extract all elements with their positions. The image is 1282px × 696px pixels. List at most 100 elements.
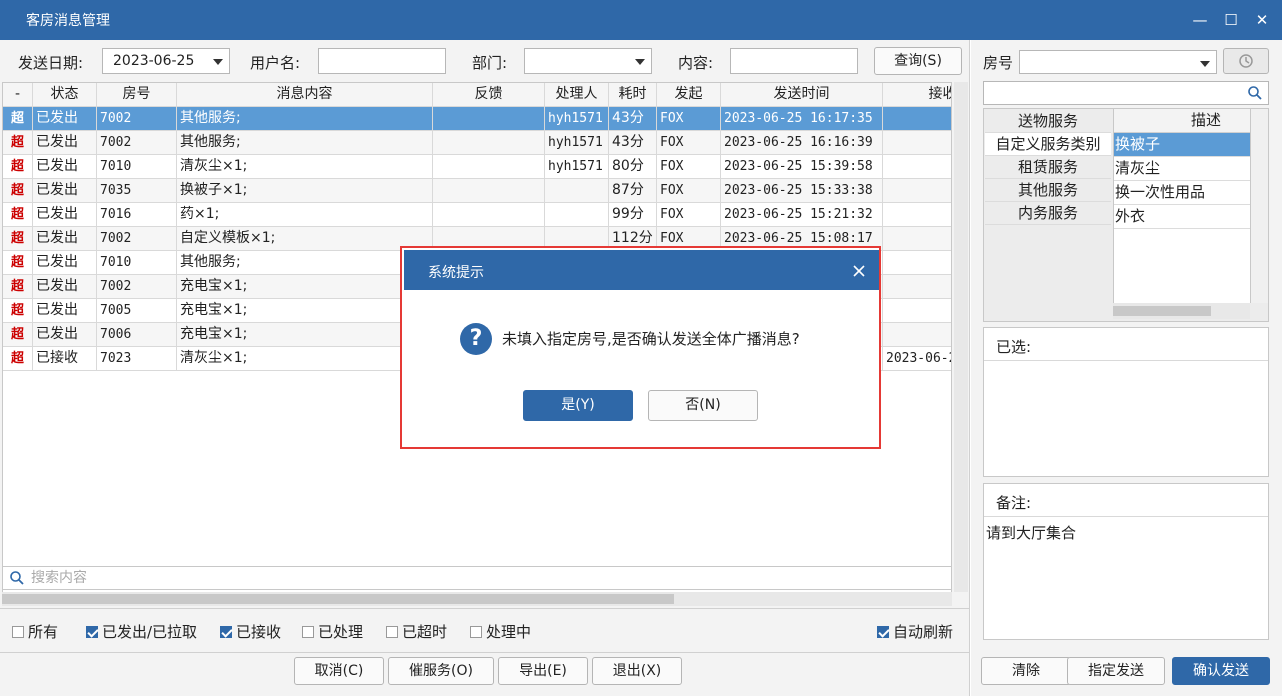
username-input[interactable]	[318, 48, 446, 74]
description-item[interactable]: 换一次性用品	[1114, 181, 1251, 205]
scroll-thumb[interactable]	[2, 594, 674, 604]
filter-sent-checkbox[interactable]: 已发出/已拉取	[86, 622, 197, 642]
selected-label: 已选:	[996, 338, 1032, 356]
cell-status: 已发出	[33, 203, 97, 226]
cell-status: 已发出	[33, 323, 97, 346]
history-button[interactable]	[1223, 48, 1269, 74]
table-row[interactable]: 超已发出 7016 药×1; 99分 FOX 2023-06-25 15:21:32	[3, 203, 951, 227]
service-category-item[interactable]: 送物服务	[985, 110, 1111, 133]
cell-send-time: 2023-06-25 15:33:38	[721, 179, 883, 202]
service-category-item[interactable]: 租赁服务	[985, 156, 1111, 179]
filter-processed-checkbox[interactable]: 已处理	[302, 622, 363, 642]
clear-button[interactable]: 清除	[981, 657, 1071, 685]
cell-initiator: FOX	[657, 179, 721, 202]
cell-send-time: 2023-06-25 15:39:58	[721, 155, 883, 178]
cancel-button[interactable]: 取消(C)	[294, 657, 384, 685]
table-row[interactable]: 超已发出 7002 其他服务; hyh1571 43分 FOX 2023-06-25 16:…	[3, 131, 951, 155]
checkbox-box[interactable]	[12, 626, 24, 638]
column-header-initiator[interactable]: 发起	[657, 83, 721, 106]
checkbox-box[interactable]	[470, 626, 482, 638]
send-panel: 房号 送物服务 自定义服务类别 租赁服务 其他服务 内务服务 描述 换被子 清灰尘 换一次性…	[971, 40, 1282, 696]
description-hscrollbar[interactable]	[1113, 303, 1250, 319]
cell-feedback	[433, 179, 545, 202]
auto-refresh-checkbox[interactable]: 自动刷新	[877, 622, 953, 642]
selected-box: 已选:	[983, 327, 1269, 477]
service-category-item[interactable]: 其他服务	[985, 179, 1111, 202]
export-button[interactable]: 导出(E)	[498, 657, 588, 685]
yes-button[interactable]: 是(Y)	[523, 390, 633, 421]
checkbox-box[interactable]	[386, 626, 398, 638]
filter-received-checkbox[interactable]: 已接收	[220, 622, 281, 642]
cell-receive-time	[883, 323, 951, 346]
cell-room: 7035	[97, 179, 177, 202]
table-row[interactable]: 超已发出 7010 清灰尘×1; hyh1571 80分 FOX 2023-06-25 15…	[3, 155, 951, 179]
send-date-label: 发送日期:	[18, 54, 84, 72]
column-header-feedback[interactable]: 反馈	[433, 83, 545, 106]
cell-content: 其他服务;	[177, 107, 433, 130]
service-picker: 送物服务 自定义服务类别 租赁服务 其他服务 内务服务 描述 换被子 清灰尘 换一次性用品外…	[983, 108, 1269, 322]
divider	[0, 608, 970, 609]
description-item[interactable]: 换被子	[1114, 133, 1251, 157]
column-header-receive-time[interactable]: 接收	[883, 83, 952, 106]
cell-receive-time	[883, 299, 951, 322]
dialog-title-bar: 系统提示	[404, 250, 879, 290]
send-specified-button[interactable]: 指定发送	[1067, 657, 1165, 685]
cell-handler	[545, 203, 609, 226]
cell-flag: 超	[3, 107, 33, 130]
exit-button[interactable]: 退出(X)	[592, 657, 682, 685]
vertical-scrollbar[interactable]	[954, 82, 968, 592]
table-row[interactable]: 超已发出 7035 换被子×1; 87分 FOX 2023-06-25 15:33:38	[3, 179, 951, 203]
column-header-send-time[interactable]: 发送时间	[721, 83, 883, 106]
column-header-content[interactable]: 消息内容	[177, 83, 433, 106]
checkbox-box[interactable]	[220, 626, 232, 638]
column-header-status[interactable]: 状态	[33, 83, 97, 106]
cell-receive-time	[883, 179, 951, 202]
cell-room: 7016	[97, 203, 177, 226]
maximize-icon[interactable]: ☐	[1221, 10, 1241, 30]
cell-content: 其他服务;	[177, 251, 433, 274]
cell-feedback	[433, 131, 545, 154]
service-search-input[interactable]	[983, 81, 1269, 105]
description-item[interactable]: 外衣	[1114, 205, 1251, 229]
filter-all-checkbox[interactable]: 所有	[12, 622, 58, 642]
service-category-item[interactable]: 自定义服务类别	[985, 133, 1111, 156]
table-search-input[interactable]: 搜索内容	[2, 566, 952, 590]
column-header-duration[interactable]: 耗时	[609, 83, 657, 106]
cell-content: 换被子×1;	[177, 179, 433, 202]
checkbox-label: 已接收	[236, 623, 282, 641]
remark-text[interactable]: 请到大厅集合	[986, 522, 1076, 543]
cell-duration: 80分	[609, 155, 657, 178]
checkbox-box[interactable]	[302, 626, 314, 638]
remark-box[interactable]: 备注: 请到大厅集合	[983, 483, 1269, 640]
close-icon[interactable]: ✕	[1252, 10, 1272, 30]
cell-receive-time	[883, 275, 951, 298]
horizontal-scrollbar[interactable]	[2, 592, 952, 606]
no-button[interactable]: 否(N)	[648, 390, 758, 421]
confirm-send-button[interactable]: 确认发送	[1172, 657, 1270, 685]
cell-initiator: FOX	[657, 107, 721, 130]
content-input[interactable]	[730, 48, 858, 74]
cell-room: 7002	[97, 107, 177, 130]
search-icon	[10, 571, 24, 585]
checkbox-box[interactable]	[877, 626, 889, 638]
send-date-picker[interactable]: 2023-06-25	[102, 48, 230, 74]
filter-timeout-checkbox[interactable]: 已超时	[386, 622, 447, 642]
urge-service-button[interactable]: 催服务(O)	[388, 657, 494, 685]
room-select[interactable]	[1019, 50, 1217, 74]
description-scrollbar[interactable]	[1250, 109, 1268, 303]
filter-processing-checkbox[interactable]: 处理中	[470, 622, 531, 642]
column-header-room[interactable]: 房号	[97, 83, 177, 106]
dialog-message: 未填入指定房号,是否确认发送全体广播消息?	[502, 330, 800, 348]
scroll-thumb[interactable]	[1113, 306, 1211, 316]
description-item[interactable]: 清灰尘	[1114, 157, 1251, 181]
query-button[interactable]: 查询(S)	[874, 47, 962, 75]
department-select[interactable]	[524, 48, 652, 74]
minimize-icon[interactable]: —	[1190, 10, 1210, 30]
close-icon[interactable]	[853, 265, 865, 277]
checkbox-box[interactable]	[86, 626, 98, 638]
service-category-item[interactable]: 内务服务	[985, 202, 1111, 225]
column-header-handler[interactable]: 处理人	[545, 83, 609, 106]
table-row[interactable]: 超已发出 7002 其他服务; hyh1571 43分 FOX 2023-06-25 16:…	[3, 107, 951, 131]
column-header-flag[interactable]: -	[3, 83, 33, 106]
cell-status: 已发出	[33, 131, 97, 154]
